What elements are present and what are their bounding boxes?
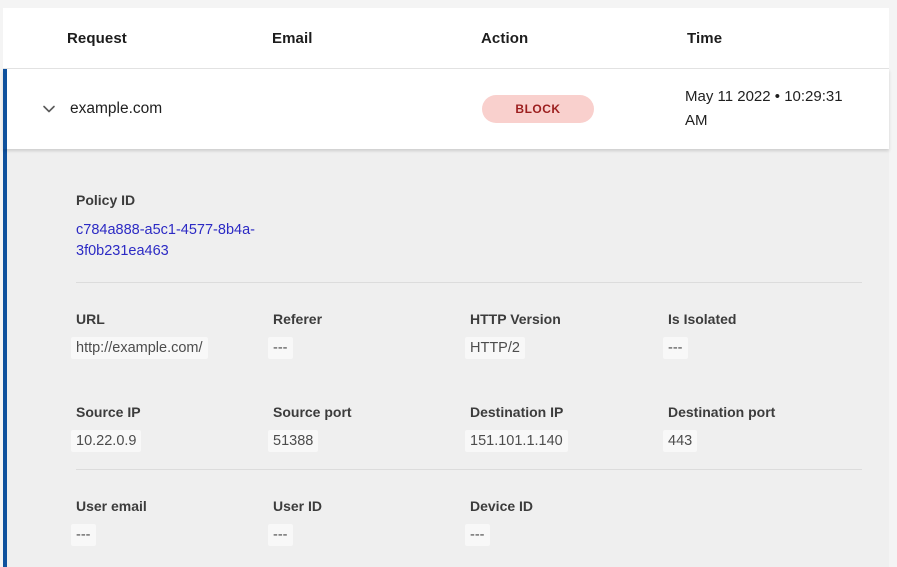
request-domain: example.com <box>70 100 273 118</box>
field-user-id: User ID --- <box>273 498 470 563</box>
policy-id-link[interactable]: c784a888-a5c1-4577-8b4a-3f0b231ea463 <box>76 220 276 262</box>
column-header-email: Email <box>272 30 481 47</box>
field-referer: Referer --- <box>273 311 470 376</box>
field-spacer <box>668 498 862 563</box>
field-http-version: HTTP Version HTTP/2 <box>470 311 668 376</box>
field-destination-port: Destination port 443 <box>668 404 862 469</box>
table-row[interactable]: example.com BLOCK May 11 2022 • 10:29:31… <box>3 69 889 149</box>
detail-fields-group-1: URL http://example.com/ Referer --- HTTP… <box>76 283 862 469</box>
field-device-id: Device ID --- <box>470 498 668 563</box>
field-destination-ip: Destination IP 151.101.1.140 <box>470 404 668 469</box>
row-detail-panel: Policy ID c784a888-a5c1-4577-8b4a-3f0b23… <box>3 149 889 567</box>
chevron-down-icon <box>41 101 57 117</box>
column-header-time: Time <box>687 30 889 47</box>
field-user-email: User email --- <box>76 498 273 563</box>
field-is-isolated: Is Isolated --- <box>668 311 862 376</box>
column-header-action: Action <box>481 30 687 47</box>
field-source-ip: Source IP 10.22.0.9 <box>76 404 273 469</box>
field-source-port: Source port 51388 <box>273 404 470 469</box>
request-logs-table: Request Email Action Time example.com BL… <box>0 0 897 567</box>
status-badge-block: BLOCK <box>482 95 594 123</box>
policy-id-label: Policy ID <box>76 192 862 208</box>
action-cell: BLOCK <box>482 95 685 123</box>
time-cell: May 11 2022 • 10:29:31 AM <box>685 85 863 133</box>
detail-fields-group-2: User email --- User ID --- Device ID --- <box>76 470 862 563</box>
table-header-row: Request Email Action Time <box>3 8 889 69</box>
column-header-request: Request <box>67 30 272 47</box>
policy-id-field: Policy ID c784a888-a5c1-4577-8b4a-3f0b23… <box>76 192 862 262</box>
expand-toggle[interactable] <box>41 101 70 117</box>
field-url: URL http://example.com/ <box>76 311 273 376</box>
